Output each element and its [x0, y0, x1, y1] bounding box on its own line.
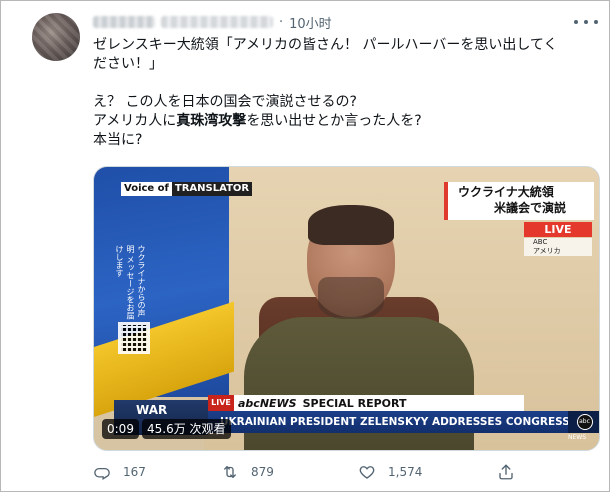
- tweet-card: · 10小时 ゼレンスキー大統領「アメリカの皆さん！ パールハーバーを思い出して…: [0, 0, 610, 492]
- tweet-line-3: え？ この人を日本の国会で演説させるの?: [93, 94, 357, 110]
- qr-code-icon: [118, 322, 150, 354]
- special-report-bar: abcNEWS SPECIAL REPORT: [234, 395, 524, 411]
- retweet-button[interactable]: 879: [221, 463, 274, 481]
- headline-line-2: 米議会で演説: [494, 201, 567, 215]
- vertical-caption: ウクライナからの声明 メッセージをお届けします: [115, 245, 146, 320]
- author-handle-blurred[interactable]: [161, 16, 273, 28]
- action-bar: 167 879 1,574: [93, 459, 523, 485]
- like-button[interactable]: 1,574: [358, 463, 422, 481]
- headline-line-1: ウクライナ大統領: [458, 185, 554, 199]
- tweet-line-4: アメリカ人に真珠湾攻撃を思い出せとか言った人を?: [93, 112, 598, 131]
- tweet-line-4-bold: 真珠湾攻撃: [176, 113, 247, 129]
- abc-logo-icon: abc: [568, 411, 599, 433]
- location-label: アメリカ: [533, 247, 561, 255]
- author-name-blurred[interactable]: [93, 16, 155, 28]
- more-icon[interactable]: [574, 15, 598, 29]
- retweet-count: 879: [251, 465, 274, 479]
- live-badge: LIVE: [524, 222, 592, 237]
- person-beard: [318, 277, 384, 319]
- special-report-text: SPECIAL REPORT: [302, 396, 407, 410]
- abc-location: ABC アメリカ: [524, 238, 592, 256]
- reply-button[interactable]: 167: [93, 463, 146, 481]
- tweet-line-2: ださい！」: [93, 56, 163, 72]
- abc-news-logo: abcNEWS: [238, 396, 297, 410]
- tweet-body: ゼレンスキー大統領「アメリカの皆さん！ パールハーバーを思い出してく ださい！」…: [93, 36, 598, 150]
- abc-small-label: ABC: [533, 238, 548, 246]
- headline-box: ウクライナ大統領 米議会で演説: [444, 182, 594, 220]
- tweet-line-1: ゼレンスキー大統領「アメリカの皆さん！ パールハーバーを思い出してく: [93, 37, 558, 53]
- voice-of-translator-label: Voice of TRANSLATOR: [121, 182, 253, 196]
- tweet-line-5: 本当に?: [93, 132, 143, 148]
- tweet-line-4-pre: アメリカ人に: [93, 113, 177, 129]
- video-views: 45.6万 次观看: [142, 419, 231, 439]
- retweet-icon: [224, 466, 236, 478]
- tweet-time[interactable]: 10小时: [289, 13, 332, 32]
- translator-text: TRANSLATOR: [171, 182, 253, 196]
- news-label: NEWS: [568, 434, 587, 441]
- avatar[interactable]: [32, 13, 80, 61]
- voice-of-text: Voice of: [121, 182, 172, 196]
- like-count: 1,574: [388, 465, 423, 479]
- reply-icon: [94, 467, 110, 480]
- reply-count: 167: [123, 465, 146, 479]
- share-icon: [499, 464, 513, 480]
- video-player[interactable]: Voice of TRANSLATOR ウクライナからの声明 メッセージをお届け…: [93, 166, 600, 451]
- video-timestamp: 0:09: [102, 419, 139, 439]
- separator-dot: ·: [279, 14, 284, 30]
- lower-headline: UKRAINIAN PRESIDENT ZELENSKYY ADDRESSES …: [208, 411, 568, 433]
- tweet-line-4-post: を思い出せとか言った人を?: [246, 113, 422, 129]
- like-icon: [359, 466, 375, 479]
- abc-logo-text: abc: [576, 414, 593, 430]
- share-button[interactable]: [497, 463, 515, 481]
- tweet-header: · 10小时: [93, 12, 332, 32]
- lower-live-label: LIVE: [208, 395, 234, 411]
- person-hair: [308, 205, 394, 245]
